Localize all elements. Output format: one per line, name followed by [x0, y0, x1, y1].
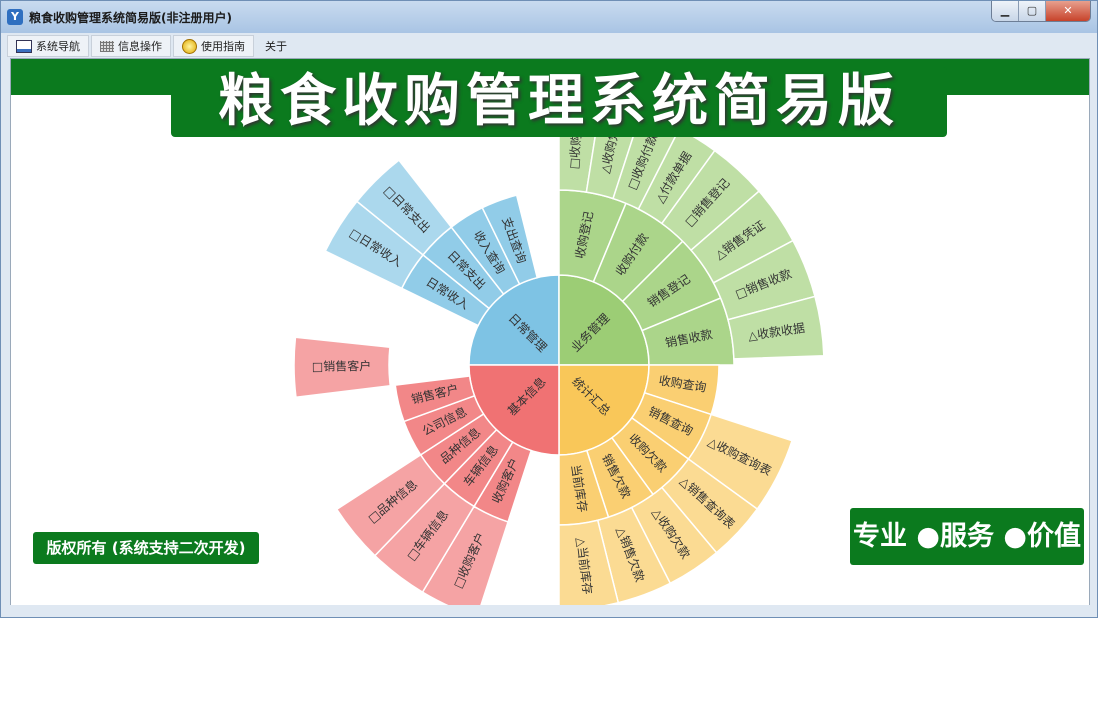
close-button[interactable]: ✕ [1046, 1, 1090, 21]
status-bar [1, 605, 1097, 617]
minimize-button[interactable]: ▁ [992, 1, 1019, 21]
slogan-badge: 专业 ●服务 ●价值 [850, 508, 1084, 565]
sunburst-outer-18-label: □销售客户 [312, 358, 371, 374]
menu-about[interactable]: 关于 [256, 35, 296, 57]
menu-label: 使用指南 [201, 40, 245, 53]
sunburst-outer-18[interactable]: □销售客户 [293, 336, 392, 399]
app-logo-icon: Y [7, 9, 23, 25]
window-controls: ▁ ▢ ✕ [991, 1, 1091, 22]
grid-icon [100, 40, 114, 52]
main-content: 日常管理 业务管理 统计汇总 基本信息 日常收入 日常支出 收入查询 支出查询 收购登记 收购付款… [10, 58, 1090, 608]
application-window: Y 粮食收购管理系统简易版(非注册用户) ▁ ▢ ✕ 系统导航 信息操作 使用指… [0, 0, 1098, 618]
help-icon [182, 38, 197, 54]
menu-label: 信息操作 [118, 40, 162, 53]
menu-label: 关于 [265, 40, 287, 53]
menu-bar: 系统导航 信息操作 使用指南 关于 [7, 35, 298, 57]
navigation-icon [16, 39, 32, 53]
menu-user-guide[interactable]: 使用指南 [173, 35, 254, 57]
title-bar[interactable]: Y 粮食收购管理系统简易版(非注册用户) ▁ ▢ ✕ [1, 1, 1097, 33]
menu-system-navigation[interactable]: 系统导航 [7, 35, 89, 57]
banner-title: 粮食收购管理系统简易版 [171, 67, 947, 137]
window-title: 粮食收购管理系统简易版(非注册用户) [29, 11, 232, 25]
menu-info-operations[interactable]: 信息操作 [91, 35, 171, 57]
maximize-button[interactable]: ▢ [1019, 1, 1046, 21]
copyright-badge: 版权所有 (系统支持二次开发) [33, 532, 259, 564]
menu-label: 系统导航 [36, 40, 80, 53]
